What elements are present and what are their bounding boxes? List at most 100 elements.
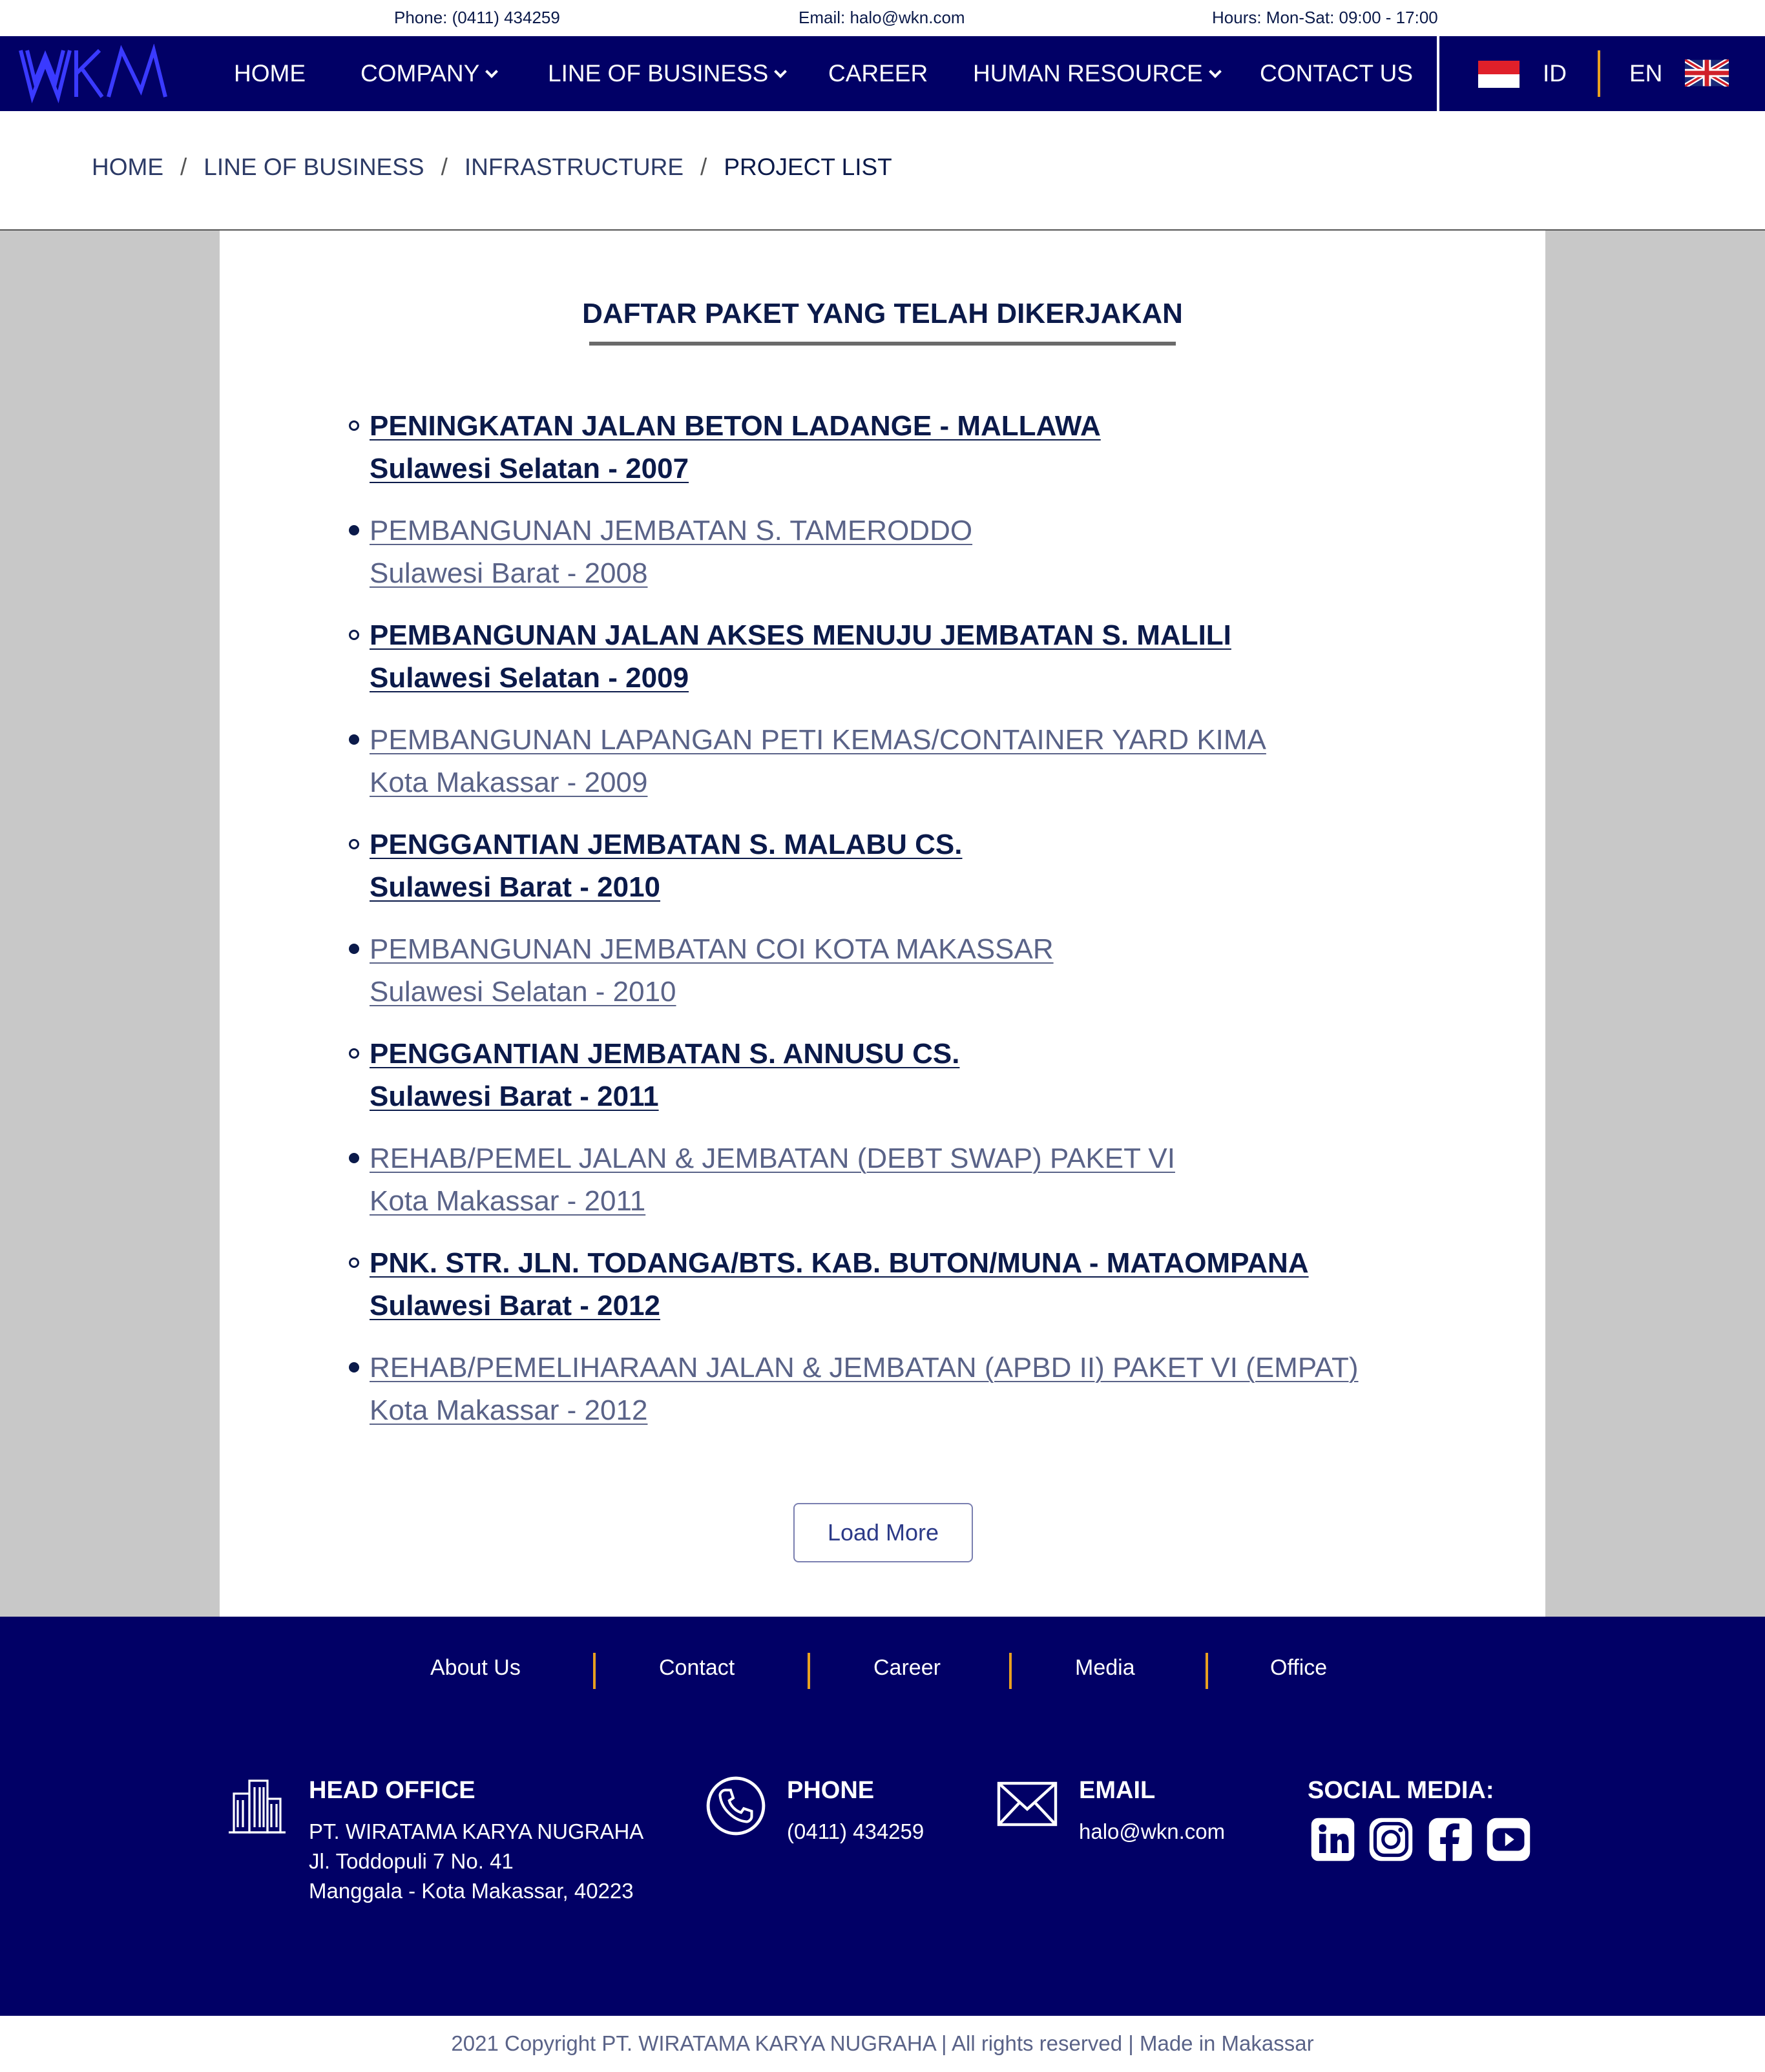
breadcrumb-separator: /: [700, 154, 707, 180]
project-location-link[interactable]: Sulawesi Selatan - 2009: [370, 657, 1447, 699]
project-list-item: PEMBANGUNAN JALAN AKSES MENUJU JEMBATAN …: [349, 614, 1447, 699]
lang-en-button[interactable]: EN: [1629, 36, 1662, 111]
instagram-icon[interactable]: [1368, 1817, 1414, 1862]
nav-line-of-business[interactable]: LINE OF BUSINESS: [548, 36, 788, 111]
project-location-link[interactable]: Sulawesi Barat - 2010: [370, 866, 1447, 909]
project-list-item: PEMBANGUNAN JEMBATAN S. TAMERODDO Sulawes…: [349, 510, 1447, 595]
topbar-email: Email: halo@wkn.com: [799, 8, 965, 27]
email-value[interactable]: halo@wkn.com: [1079, 1817, 1225, 1847]
project-name-link[interactable]: PENINGKATAN JALAN BETON LADANGE - MALLAW…: [370, 405, 1447, 448]
linkedin-icon[interactable]: [1310, 1817, 1355, 1862]
bullet-icon: [349, 1362, 359, 1373]
breadcrumb-line-of-business[interactable]: LINE OF BUSINESS: [204, 154, 424, 180]
main-nav: HOME COMPANY LINE OF BUSINESS CAREER HUMAN R…: [0, 36, 1765, 111]
footer-link-separator: [808, 1653, 810, 1689]
bullet-icon: [349, 525, 359, 535]
breadcrumb-separator: /: [180, 154, 187, 180]
chevron-down-icon: [774, 65, 788, 78]
project-location-link[interactable]: Sulawesi Selatan - 2007: [370, 448, 1447, 490]
bullet-icon: [349, 944, 359, 954]
nav-company[interactable]: COMPANY: [360, 36, 499, 111]
topbar-phone: Phone: (0411) 434259: [394, 8, 560, 27]
footer-link-career[interactable]: Career: [873, 1655, 941, 1681]
project-list-item: PEMBANGUNAN JEMBATAN COI KOTA MAKASSAR Su…: [349, 928, 1447, 1013]
page-title: DAFTAR PAKET YANG TELAH DIKERJAKAN: [582, 298, 1183, 329]
project-location-link[interactable]: Sulawesi Barat - 2008: [370, 552, 1447, 595]
head-office-line3: Manggala - Kota Makassar, 40223: [309, 1879, 634, 1903]
bullet-icon: [349, 734, 359, 745]
copyright-text: 2021 Copyright PT. WIRATAMA KARYA NUGRAH…: [451, 2031, 1314, 2055]
project-list-item: PENGGANTIAN JEMBATAN S. MALABU CS. Sulawe…: [349, 824, 1447, 909]
project-location-link[interactable]: Sulawesi Barat - 2011: [370, 1075, 1447, 1118]
project-name-link[interactable]: REHAB/PEMEL JALAN & JEMBATAN (DEBT SWAP)…: [370, 1137, 1447, 1180]
nav-label: CAREER: [828, 60, 928, 87]
chevron-down-icon: [1208, 65, 1222, 78]
wkn-logo[interactable]: [18, 44, 168, 103]
breadcrumb-current: PROJECT LIST: [724, 154, 892, 180]
footer-link-separator: [1009, 1653, 1012, 1689]
bullet-icon: [349, 630, 359, 640]
nav-label: HUMAN RESOURCE: [973, 60, 1203, 87]
bullet-icon: [349, 1258, 359, 1268]
facebook-icon[interactable]: [1428, 1817, 1473, 1862]
indonesia-flag-icon[interactable]: [1478, 61, 1520, 88]
project-list-item: PENGGANTIAN JEMBATAN S. ANNUSU CS. Sulawe…: [349, 1033, 1447, 1118]
footer-link-office[interactable]: Office: [1270, 1655, 1327, 1681]
project-list-item: PENINGKATAN JALAN BETON LADANGE - MALLAW…: [349, 405, 1447, 490]
phone-icon: [706, 1776, 766, 1836]
copyright-bar: 2021 Copyright PT. WIRATAMA KARYA NUGRAH…: [0, 2016, 1765, 2072]
nav-human-resource[interactable]: HUMAN RESOURCE: [973, 36, 1222, 111]
project-location-link[interactable]: Sulawesi Barat - 2012: [370, 1285, 1447, 1327]
email-heading: EMAIL: [1079, 1777, 1156, 1804]
project-name-link[interactable]: PEMBANGUNAN JEMBATAN S. TAMERODDO: [370, 510, 1447, 552]
project-location-link[interactable]: Sulawesi Selatan - 2010: [370, 971, 1447, 1013]
lang-id-button[interactable]: ID: [1543, 36, 1567, 111]
breadcrumb: HOME / LINE OF BUSINESS / INFRASTRUCTURE / PRO…: [92, 154, 892, 181]
nav-home[interactable]: HOME: [234, 36, 306, 111]
footer-link-media[interactable]: Media: [1075, 1655, 1135, 1681]
breadcrumb-infrastructure[interactable]: INFRASTRUCTURE: [465, 154, 684, 180]
building-icon: [229, 1779, 286, 1834]
footer-link-contact[interactable]: Contact: [659, 1655, 735, 1681]
breadcrumb-home[interactable]: HOME: [92, 154, 163, 180]
bullet-icon: [349, 1048, 359, 1059]
head-office-line2: Jl. Toddopuli 7 No. 41: [309, 1849, 514, 1873]
bullet-icon: [349, 1153, 359, 1163]
nav-label: COMPANY: [360, 60, 480, 87]
nav-divider: [1437, 36, 1439, 111]
project-location-link[interactable]: Kota Makassar - 2009: [370, 761, 1447, 804]
project-name-link[interactable]: PEMBANGUNAN LAPANGAN PETI KEMAS/CONTAINE…: [370, 719, 1447, 761]
nav-label: LINE OF BUSINESS: [548, 60, 769, 87]
nav-career[interactable]: CAREER: [828, 36, 928, 111]
envelope-icon: [997, 1781, 1058, 1827]
project-list-item: REHAB/PEMELIHARAAN JALAN & JEMBATAN (APB…: [349, 1347, 1447, 1432]
uk-flag-icon[interactable]: [1685, 59, 1729, 87]
project-list-item: PNK. STR. JLN. TODANGA/BTS. KAB. BUTON/M…: [349, 1242, 1447, 1327]
topbar-hours: Hours: Mon-Sat: 09:00 - 17:00: [1212, 8, 1438, 27]
footer: About Us Contact Career Media Office HEA…: [0, 1617, 1765, 2016]
project-name-link[interactable]: REHAB/PEMELIHARAAN JALAN & JEMBATAN (APB…: [370, 1347, 1447, 1389]
project-name-link[interactable]: PENGGANTIAN JEMBATAN S. ANNUSU CS.: [370, 1033, 1447, 1075]
project-name-link[interactable]: PNK. STR. JLN. TODANGA/BTS. KAB. BUTON/M…: [370, 1242, 1447, 1285]
title-underline: [589, 342, 1176, 346]
project-name-link[interactable]: PEMBANGUNAN JEMBATAN COI KOTA MAKASSAR: [370, 928, 1447, 971]
social-heading: SOCIAL MEDIA:: [1308, 1777, 1494, 1804]
phone-value[interactable]: (0411) 434259: [787, 1817, 924, 1847]
nav-label: CONTACT US: [1260, 60, 1414, 87]
load-more-button[interactable]: Load More: [793, 1503, 973, 1562]
project-list-item: PEMBANGUNAN LAPANGAN PETI KEMAS/CONTAINE…: [349, 719, 1447, 804]
footer-link-separator: [593, 1653, 596, 1689]
footer-link-about[interactable]: About Us: [430, 1655, 521, 1681]
phone-heading: PHONE: [787, 1777, 875, 1804]
nav-contact-us[interactable]: CONTACT US: [1260, 36, 1413, 111]
project-location-link[interactable]: Kota Makassar - 2012: [370, 1389, 1447, 1432]
head-office-line1: PT. WIRATAMA KARYA NUGRAHA: [309, 1819, 644, 1843]
project-name-link[interactable]: PENGGANTIAN JEMBATAN S. MALABU CS.: [370, 824, 1447, 866]
youtube-icon[interactable]: [1486, 1817, 1531, 1862]
project-name-link[interactable]: PEMBANGUNAN JALAN AKSES MENUJU JEMBATAN …: [370, 614, 1447, 657]
footer-link-separator: [1206, 1653, 1208, 1689]
breadcrumb-separator: /: [441, 154, 448, 180]
project-location-link[interactable]: Kota Makassar - 2011: [370, 1180, 1447, 1223]
bullet-icon: [349, 839, 359, 849]
main-panel: DAFTAR PAKET YANG TELAH DIKERJAKAN PENIN…: [220, 231, 1545, 1617]
